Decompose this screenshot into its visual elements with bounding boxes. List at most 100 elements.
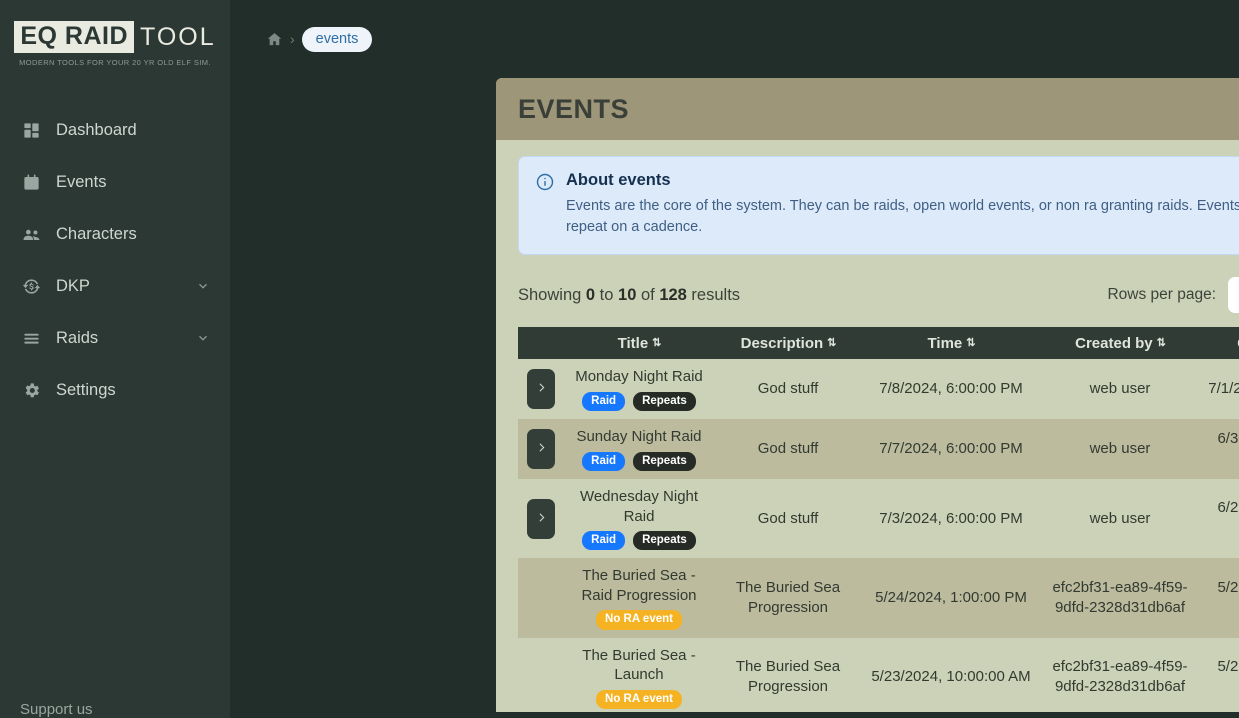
showing-total: 128	[659, 285, 687, 304]
support-us-link[interactable]: Support us	[20, 701, 93, 718]
column-header-description[interactable]: Description ⇅	[714, 327, 862, 360]
rows-per-page-label: Rows per page:	[1107, 286, 1216, 304]
event-title: Wednesday Night Raid	[579, 488, 699, 525]
calendar-icon	[20, 171, 42, 193]
badge-raid: Raid	[582, 531, 626, 551]
home-icon[interactable]	[266, 31, 283, 48]
showing-to: 10	[618, 285, 637, 304]
breadcrumb: › events	[266, 26, 373, 52]
column-label: Created by	[1075, 334, 1153, 352]
badge-group: No RA event	[596, 689, 682, 710]
created-by-cell: efc2bf31-ea89-4f59-9dfd-2328d31db6af	[1052, 658, 1188, 696]
sort-icon: ⇅	[827, 336, 836, 349]
breadcrumb-item-events[interactable]: events	[301, 26, 373, 52]
sidebar-item-label: Raids	[56, 328, 99, 347]
expand-cell	[518, 558, 564, 637]
page-title: EVENTS	[518, 93, 630, 124]
expand-cell	[518, 638, 564, 712]
card-header: EVENTS CREATE +	[496, 78, 1239, 140]
column-header-created-by[interactable]: Created by ⇅	[1040, 327, 1200, 360]
expand-row-button[interactable]	[527, 498, 555, 539]
table-row[interactable]: Sunday Night Raid Raid Repeats God stuff 7/7…	[518, 419, 1239, 480]
sidebar-item-label: Dashboard	[56, 120, 137, 139]
event-title: Monday Night Raid	[575, 368, 703, 386]
table-row[interactable]: The Buried Sea - Launch No RA event The Bu…	[518, 638, 1239, 712]
description-cell: God stuff	[757, 509, 819, 527]
expand-row-button[interactable]	[527, 429, 555, 470]
badge-group: Raid Repeats	[582, 451, 696, 471]
table-header: Title ⇅ Description ⇅ Time ⇅ Created by ⇅	[518, 327, 1239, 360]
table-header-row: Title ⇅ Description ⇅ Time ⇅ Created by ⇅	[518, 327, 1239, 360]
app-root: EQ RAID TOOL MODERN TOOLS FOR YOUR 20 YR…	[0, 0, 1239, 718]
badge-repeats: Repeats	[633, 451, 696, 471]
chevron-down-icon	[196, 331, 210, 345]
breadcrumb-separator: ›	[290, 31, 295, 47]
about-events-alert: About events Events are the core of the …	[518, 156, 1239, 256]
column-label: Description	[740, 334, 824, 352]
time-cell: 7/3/2024, 6:00:00 PM	[879, 509, 1023, 527]
card-body: About events Events are the core of the …	[496, 140, 1239, 712]
chevron-right-icon	[535, 381, 548, 397]
sort-icon: ⇅	[966, 336, 975, 349]
expand-cell	[518, 359, 564, 419]
expand-cell	[518, 419, 564, 479]
showing-prefix: Showing	[518, 285, 586, 304]
table-row[interactable]: Monday Night Raid Raid Repeats God stuff 7/8…	[518, 359, 1239, 419]
title-cell: The Buried Sea - Launch No RA event	[564, 638, 714, 712]
sidebar-item-events[interactable]: Events	[0, 156, 230, 208]
sidebar-item-dashboard[interactable]: Dashboard	[0, 104, 230, 156]
event-title: Sunday Night Raid	[576, 428, 702, 446]
gear-icon	[20, 379, 42, 401]
results-summary: Showing 0 to 10 of 128 results	[518, 286, 740, 305]
lines-icon	[20, 327, 42, 349]
rows-per-page-select[interactable]: 10	[1228, 277, 1239, 314]
created-by-cell: web user	[1089, 379, 1151, 397]
sidebar-item-label: Events	[56, 172, 107, 191]
sidebar-item-dkp[interactable]: DKP	[0, 260, 230, 312]
dashboard-grid-icon	[20, 119, 42, 141]
created-at-cell: 7/1/2024, 6:36:19 PM	[1208, 379, 1239, 397]
app-logo[interactable]: EQ RAID TOOL MODERN TOOLS FOR YOUR 20 YR…	[0, 0, 230, 88]
created-at-cell: 5/26/2024, 2:35:07 PM	[1217, 658, 1239, 676]
table-controls: Showing 0 to 10 of 128 results Rows per …	[518, 255, 1239, 327]
table-row[interactable]: Wednesday Night Raid Raid Repeats God stuff…	[518, 479, 1239, 558]
sort-icon: ⇅	[652, 336, 661, 349]
event-title: The Buried Sea - Launch	[582, 646, 696, 684]
people-icon	[20, 223, 42, 245]
column-header-created-at[interactable]: Created at⇅	[1200, 327, 1239, 360]
badge-group: Raid Repeats	[582, 531, 696, 551]
table-row[interactable]: The Buried Sea - Raid Progression No RA e…	[518, 558, 1239, 638]
created-at-cell: 5/26/2024, 3:09:44 PM	[1217, 578, 1239, 596]
currency-refresh-icon	[20, 275, 42, 297]
time-cell: 7/8/2024, 6:00:00 PM	[879, 379, 1023, 397]
column-header-time[interactable]: Time ⇅	[862, 327, 1040, 360]
badge-nora: No RA event	[596, 689, 682, 710]
created-by-cell: efc2bf31-ea89-4f59-9dfd-2328d31db6af	[1052, 578, 1188, 617]
chevron-right-icon	[535, 511, 548, 527]
badge-repeats: Repeats	[633, 391, 696, 411]
expand-row-button[interactable]	[527, 369, 555, 410]
title-cell: Wednesday Night Raid Raid Repeats	[564, 479, 714, 558]
description-cell: The Buried Sea Progression	[735, 578, 841, 617]
sidebar-item-label: DKP	[56, 276, 90, 295]
column-header-title[interactable]: Title ⇅	[564, 327, 714, 360]
sidebar-item-settings[interactable]: Settings	[0, 364, 230, 416]
sidebar-item-characters[interactable]: Characters	[0, 208, 230, 260]
alert-title: About events	[566, 171, 671, 189]
title-cell: Monday Night Raid Raid Repeats	[564, 359, 714, 419]
description-cell: God stuff	[757, 439, 819, 457]
sort-icon: ⇅	[1156, 336, 1166, 349]
sidebar-nav: Dashboard Events Characters DKP Raids Se…	[0, 104, 230, 416]
column-label: Time	[927, 334, 963, 352]
description-cell: God stuff	[757, 379, 819, 397]
description-cell: The Buried Sea Progression	[735, 658, 841, 696]
sidebar-item-raids[interactable]: Raids	[0, 312, 230, 364]
sidebar: EQ RAID TOOL MODERN TOOLS FOR YOUR 20 YR…	[0, 0, 230, 718]
info-icon	[535, 172, 555, 238]
showing-suffix: results	[686, 285, 741, 304]
badge-repeats: Repeats	[633, 531, 696, 551]
sidebar-item-label: Characters	[56, 224, 137, 243]
badge-raid: Raid	[582, 391, 626, 411]
expand-column-header	[518, 327, 564, 360]
event-title: The Buried Sea - Raid Progression	[581, 567, 697, 604]
